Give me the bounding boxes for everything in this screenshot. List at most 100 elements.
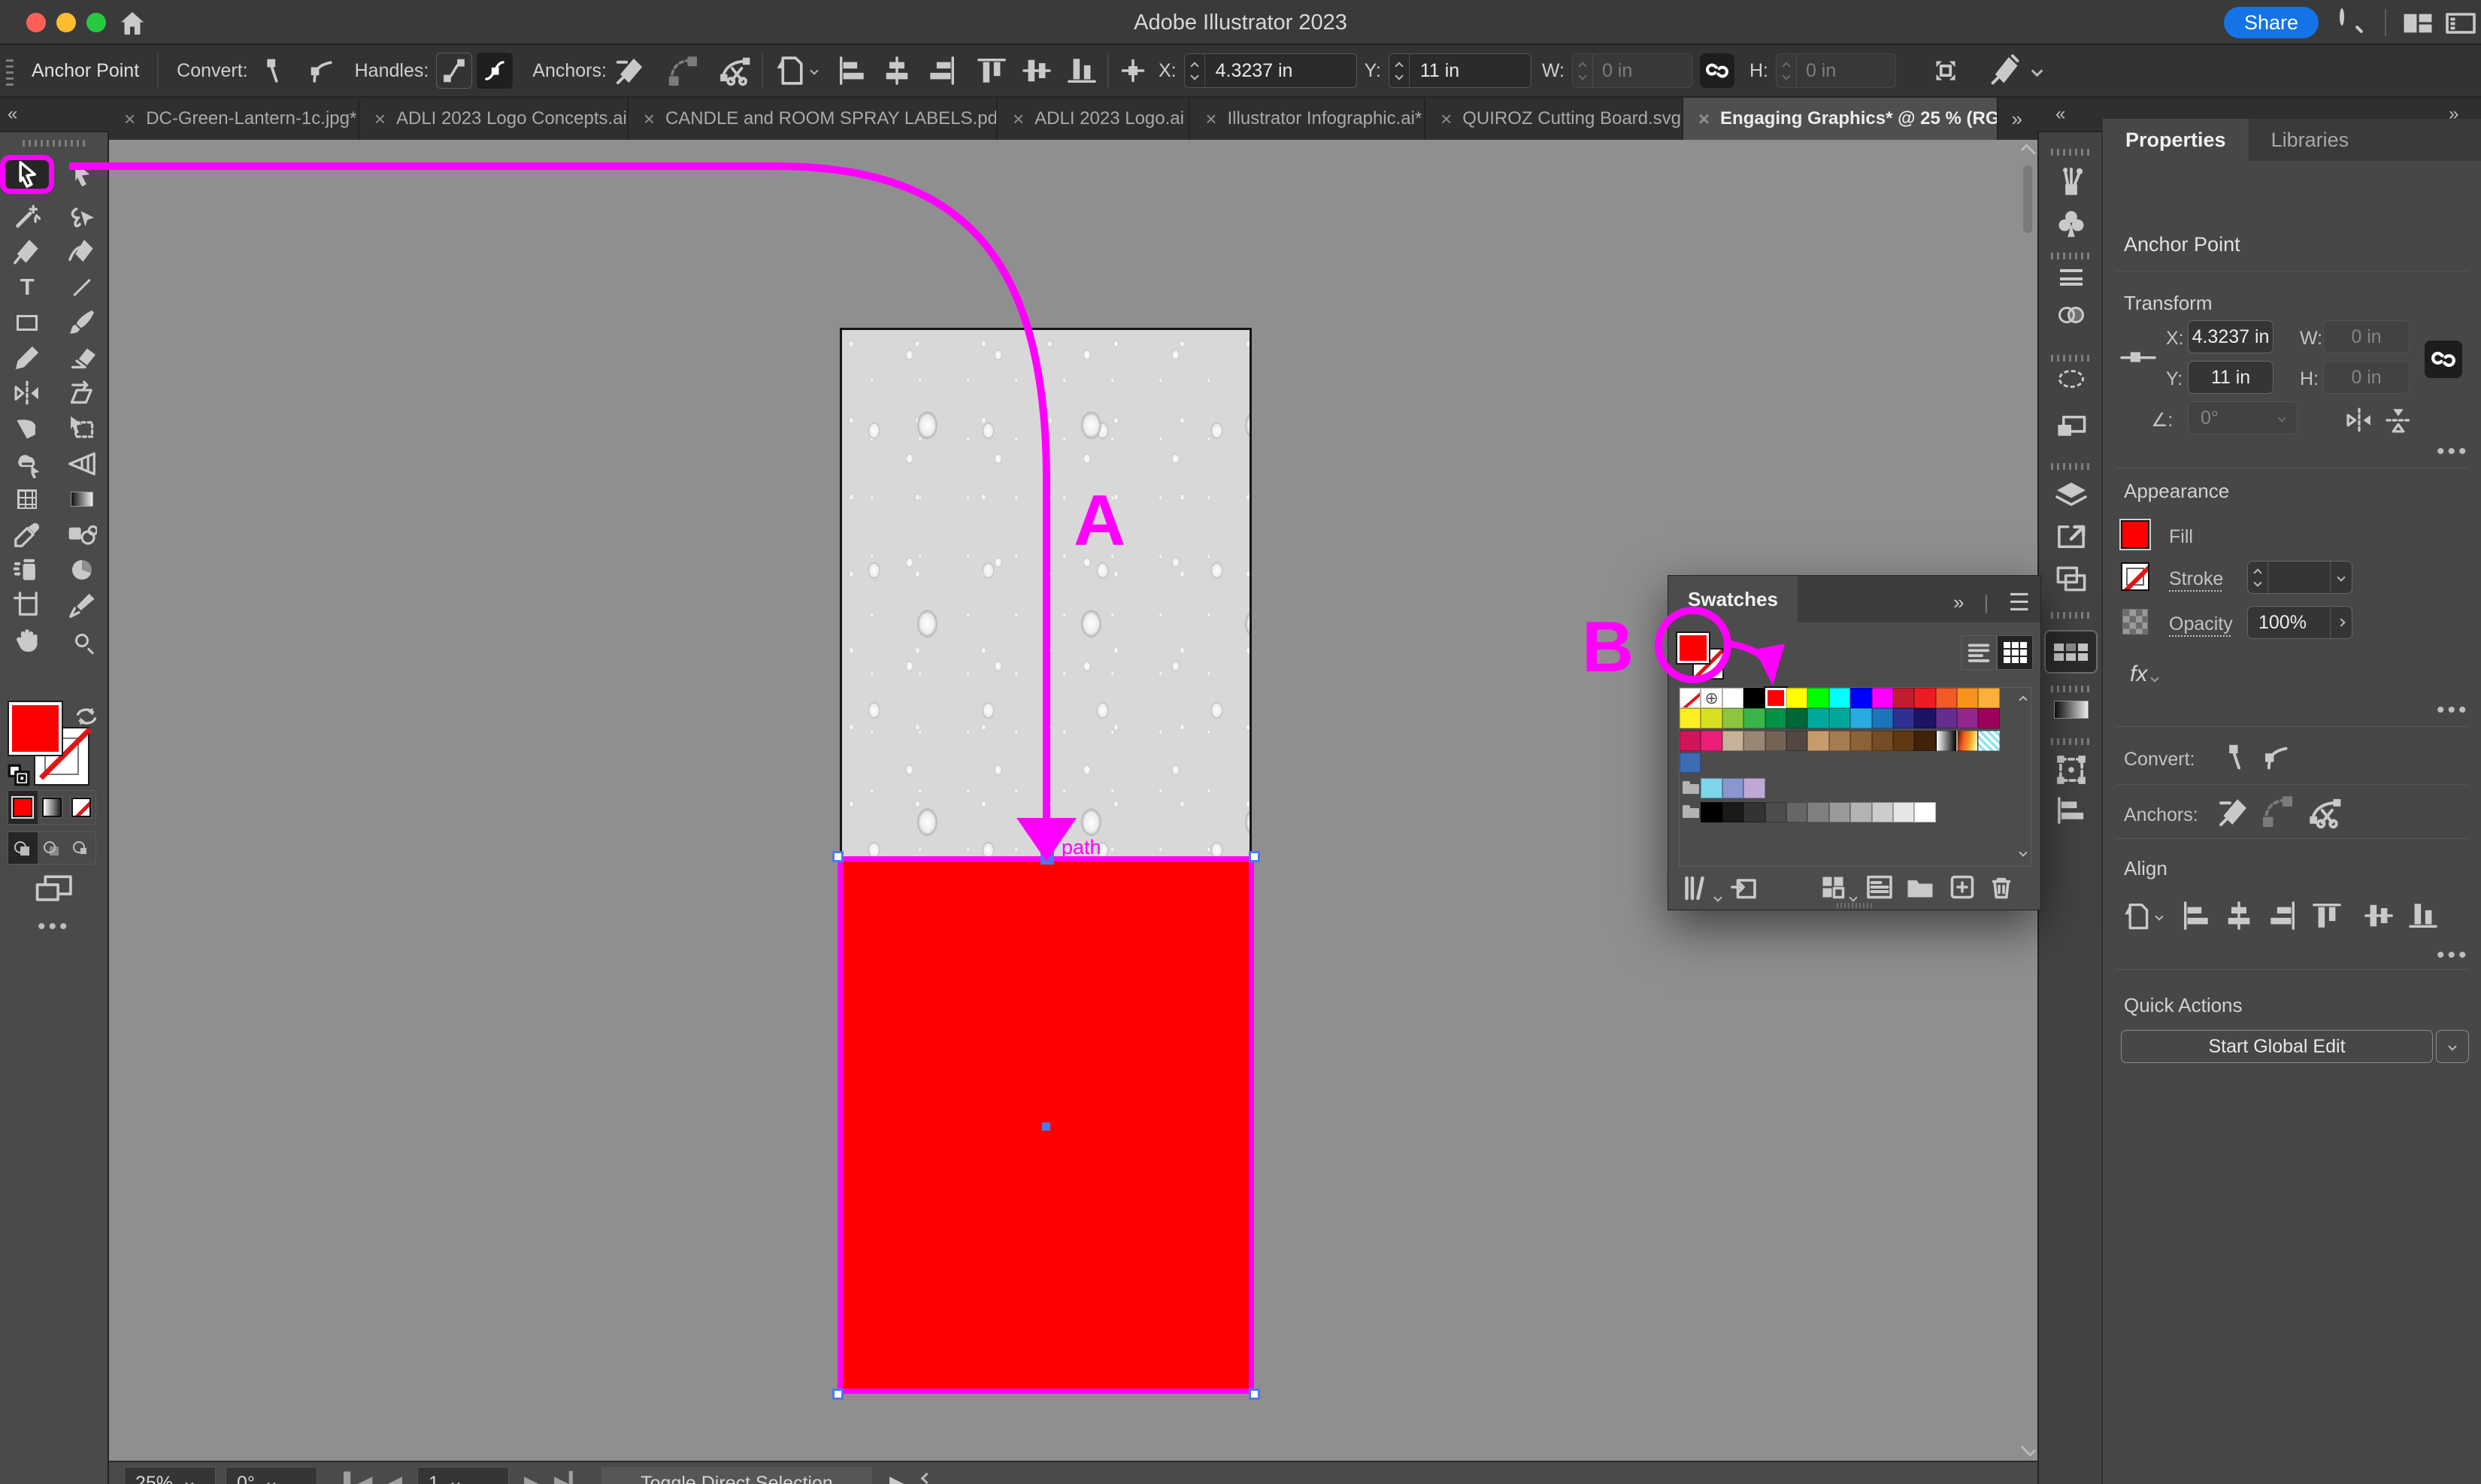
swatch[interactable] (1743, 802, 1765, 822)
align-bottom-icon[interactable] (2408, 901, 2438, 931)
hand-tool[interactable] (5, 628, 50, 653)
stroke-weight-stepper[interactable] (2248, 562, 2268, 593)
swatch[interactable] (1892, 802, 1915, 822)
swatch[interactable] (1786, 708, 1808, 728)
swatch[interactable] (1743, 731, 1765, 751)
swatch[interactable] (1935, 688, 1958, 708)
fill-label[interactable]: Fill (2169, 526, 2193, 548)
symbols-panel-icon[interactable] (2039, 207, 2103, 241)
symbol-sprayer-tool[interactable] (5, 557, 50, 583)
start-global-edit-chevron-button[interactable] (2436, 1030, 2469, 1063)
reflect-tool[interactable] (5, 380, 50, 406)
align-h-center-icon[interactable] (2224, 901, 2254, 931)
selection-handle[interactable] (832, 851, 844, 862)
curvature-tool[interactable] (59, 239, 105, 265)
swatch[interactable] (1850, 708, 1872, 728)
add-anchor-pen-icon[interactable] (614, 55, 646, 86)
swatches-scroll-up-icon[interactable] (2019, 695, 2028, 704)
swatch[interactable] (1722, 708, 1744, 728)
align-v-middle-icon[interactable] (2364, 901, 2394, 931)
x-input[interactable]: 4.3237 in (2188, 320, 2273, 353)
y-input[interactable]: 11 in (2188, 361, 2273, 394)
swatch[interactable] (1722, 688, 1744, 708)
blend-tool[interactable] (59, 522, 105, 547)
align-to-selection-icon[interactable] (774, 53, 808, 88)
document-tab[interactable]: × ADLI 2023 Logo.ai (998, 98, 1191, 140)
dock-grip[interactable] (2051, 738, 2091, 745)
align-top-icon[interactable] (977, 56, 1007, 86)
swatch[interactable] (1871, 802, 1893, 822)
align-right-icon[interactable] (2267, 901, 2298, 931)
swatch[interactable] (1722, 802, 1744, 822)
swatch-kinds-icon[interactable] (1819, 874, 1858, 902)
selection-handle[interactable] (832, 1389, 844, 1400)
magic-wand-tool[interactable] (5, 204, 50, 229)
swatch-options-icon[interactable] (1865, 874, 1894, 901)
dock-grip[interactable] (2051, 612, 2091, 619)
artboard-number-select[interactable]: 1 (417, 1467, 509, 1484)
list-view-icon[interactable] (1961, 635, 1997, 670)
tab-close-icon[interactable]: × (1205, 108, 1216, 131)
scroll-down-icon[interactable] (2020, 1441, 2037, 1457)
swatch[interactable] (1701, 708, 1722, 728)
rotation-select[interactable]: 0° (226, 1467, 317, 1484)
more-appearance-options-icon[interactable]: ••• (2437, 699, 2470, 722)
eraser-tool[interactable] (59, 345, 105, 371)
swatch[interactable] (1828, 688, 1851, 708)
zoom-tool[interactable] (59, 628, 105, 653)
tab-close-icon[interactable]: × (374, 108, 386, 131)
stroke-panel-icon[interactable] (2039, 269, 2103, 286)
stroke-weight-chevron-icon[interactable] (2330, 562, 2352, 593)
swatch[interactable] (1743, 708, 1765, 728)
rectangle-tool[interactable] (5, 310, 50, 335)
default-fill-stroke-icon[interactable] (6, 762, 32, 788)
pencil-tool[interactable] (5, 345, 50, 371)
swatch[interactable] (1871, 731, 1893, 751)
perspective-grid-tool[interactable] (59, 451, 105, 477)
panel-collapse-icon[interactable]: » (1953, 591, 1964, 614)
swatch[interactable] (1871, 688, 1893, 708)
stroke-label[interactable]: Stroke (2169, 568, 2223, 590)
smart-pen-chevron-icon[interactable] (2031, 65, 2043, 77)
gradient-button[interactable] (38, 791, 67, 824)
swatch[interactable] (1701, 731, 1722, 751)
panel-dock-icon[interactable] (2445, 10, 2476, 37)
swatch[interactable] (1892, 731, 1915, 751)
artboard-image[interactable] (840, 328, 1252, 859)
swatch[interactable] (1828, 731, 1851, 751)
controlbar-grip[interactable] (6, 56, 14, 86)
transparency-panel-icon[interactable] (2039, 307, 2103, 323)
panel-resize-grip[interactable] (1837, 903, 1874, 908)
swatch-gradient[interactable] (1957, 731, 1979, 751)
flip-horizontal-icon[interactable] (2345, 406, 2373, 435)
status-play-icon[interactable]: ▶ (889, 1471, 904, 1484)
swatch-registration[interactable]: ⊕ (1701, 688, 1722, 708)
swatch[interactable] (1978, 708, 2000, 728)
stroke-weight-input[interactable] (2247, 561, 2352, 594)
swatch[interactable] (1978, 688, 2000, 708)
new-swatch-icon[interactable] (1948, 874, 1977, 901)
convert-to-smooth-icon[interactable] (2259, 741, 2291, 773)
dock-grip[interactable] (2051, 463, 2091, 470)
artboard-tool[interactable] (5, 592, 50, 618)
swatch[interactable] (1722, 731, 1744, 751)
eyedropper-tool[interactable] (5, 522, 50, 547)
swatch-libraries-icon[interactable] (1682, 874, 1722, 902)
fx-button[interactable]: fx (2130, 662, 2160, 687)
show-handles-toggle[interactable] (436, 53, 473, 89)
pathfinder-panel-icon[interactable] (2039, 412, 2103, 442)
document-tab[interactable]: × ADLI 2023 Logo Concepts.ai (359, 98, 629, 140)
swatch[interactable] (1892, 708, 1915, 728)
gradient-tool[interactable] (59, 486, 105, 512)
swatch[interactable] (1786, 802, 1808, 822)
document-tab[interactable]: × CANDLE and ROOM SPRAY LABELS.pdf (629, 98, 998, 140)
edit-toolbar-icon[interactable]: ••• (38, 916, 71, 938)
dock-grip[interactable] (2051, 355, 2091, 362)
tab-libraries[interactable]: Libraries (2248, 119, 2372, 161)
transform-options-icon[interactable] (1929, 54, 1962, 87)
reference-point-icon[interactable] (1119, 57, 1147, 84)
line-segment-tool[interactable] (59, 274, 105, 300)
align-v-middle-icon[interactable] (1022, 56, 1052, 86)
add-anchor-pen-icon[interactable] (2217, 795, 2250, 828)
fill-color-proxy[interactable] (8, 701, 63, 756)
